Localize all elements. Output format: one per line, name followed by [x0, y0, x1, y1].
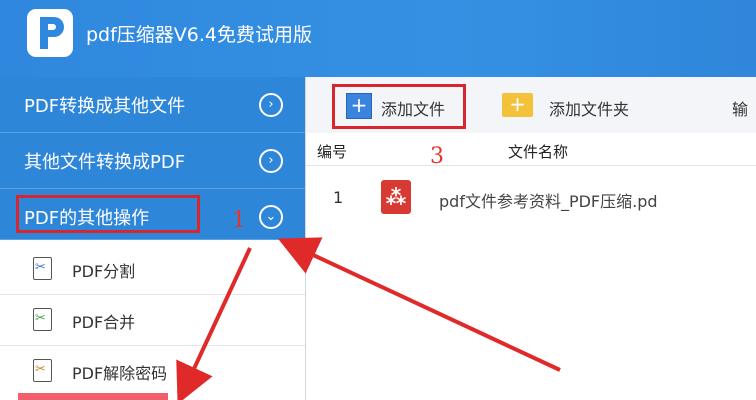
annotation-arrow-to-item	[176, 247, 252, 400]
annotation-arrow-to-menu	[277, 237, 561, 372]
annotation-arrows	[176, 237, 561, 400]
